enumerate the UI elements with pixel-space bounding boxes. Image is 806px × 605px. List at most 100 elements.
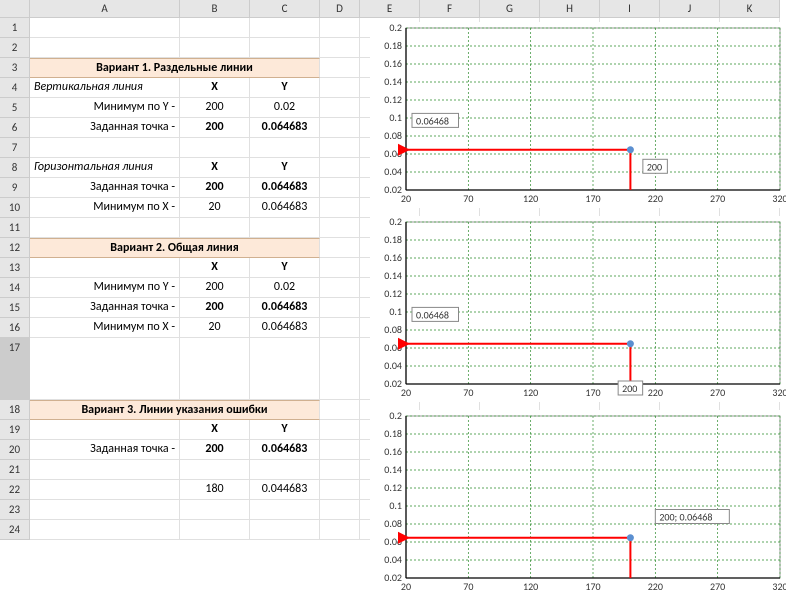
cell[interactable]: 20	[180, 318, 250, 338]
cell[interactable]: Минимум по X -	[30, 198, 180, 218]
row-header-4[interactable]: 4	[0, 78, 30, 98]
cell[interactable]	[250, 38, 320, 58]
cell[interactable]	[180, 520, 250, 540]
cell[interactable]: 20	[180, 198, 250, 218]
cell[interactable]	[30, 500, 180, 520]
cell[interactable]: Y	[250, 420, 320, 440]
row-header-9[interactable]: 9	[0, 178, 30, 198]
cell[interactable]: 0.02	[250, 278, 320, 298]
cell[interactable]	[30, 138, 180, 158]
cell[interactable]: Минимум по Y -	[30, 98, 180, 118]
chart-2[interactable]: 20701201702202703200.020.040.060.080.10.…	[370, 216, 786, 402]
cell[interactable]	[320, 98, 360, 118]
chart-3[interactable]: 20701201702202703200.020.040.060.080.10.…	[370, 410, 786, 596]
cell[interactable]: 200	[180, 298, 250, 318]
cell[interactable]	[30, 38, 180, 58]
cell[interactable]	[320, 38, 360, 58]
cell[interactable]	[30, 520, 180, 540]
row-header-2[interactable]: 2	[0, 38, 30, 58]
cell[interactable]	[180, 500, 250, 520]
corner-cell[interactable]	[0, 0, 30, 18]
cell[interactable]	[320, 238, 360, 258]
cell[interactable]	[320, 420, 360, 440]
row-header-15[interactable]: 15	[0, 298, 30, 318]
chart-1[interactable]: 20701201702202703200.020.040.060.080.10.…	[370, 22, 786, 208]
row-header-19[interactable]: 19	[0, 420, 30, 440]
cell[interactable]	[320, 218, 360, 238]
cell[interactable]	[30, 480, 180, 500]
cell[interactable]	[250, 520, 320, 540]
cell[interactable]: 0.064683	[250, 318, 320, 338]
cell[interactable]	[320, 58, 360, 78]
cell[interactable]	[30, 258, 180, 278]
cell[interactable]: Вертикальная линия	[30, 78, 180, 98]
col-header-G[interactable]: G	[480, 0, 540, 18]
cell[interactable]: 200	[180, 118, 250, 138]
row-header-8[interactable]: 8	[0, 158, 30, 178]
row-header-10[interactable]: 10	[0, 198, 30, 218]
cell[interactable]	[30, 338, 180, 400]
cell[interactable]	[320, 278, 360, 298]
row-header-20[interactable]: 20	[0, 440, 30, 460]
cell[interactable]	[250, 218, 320, 238]
cell[interactable]: 180	[180, 480, 250, 500]
cell[interactable]	[320, 78, 360, 98]
cell[interactable]: 0.064683	[250, 298, 320, 318]
col-header-D[interactable]: D	[320, 0, 360, 18]
cell[interactable]	[320, 18, 360, 38]
col-header-F[interactable]: F	[420, 0, 480, 18]
cell[interactable]	[30, 18, 180, 38]
cell[interactable]	[30, 420, 180, 440]
row-header-17[interactable]: 17	[0, 338, 30, 400]
cell[interactable]	[180, 138, 250, 158]
col-header-J[interactable]: J	[660, 0, 720, 18]
cell[interactable]: X	[180, 420, 250, 440]
cell[interactable]	[250, 18, 320, 38]
cell[interactable]	[320, 500, 360, 520]
row-header-23[interactable]: 23	[0, 500, 30, 520]
cell[interactable]: 0.064683	[250, 198, 320, 218]
cell[interactable]	[320, 440, 360, 460]
cell[interactable]: X	[180, 258, 250, 278]
cell[interactable]: Заданная точка -	[30, 298, 180, 318]
cell[interactable]	[180, 218, 250, 238]
cell[interactable]	[320, 318, 360, 338]
row-header-18[interactable]: 18	[0, 400, 30, 420]
cell[interactable]	[320, 178, 360, 198]
row-header-12[interactable]: 12	[0, 238, 30, 258]
cell[interactable]: Минимум по X -	[30, 318, 180, 338]
cell[interactable]	[320, 298, 360, 318]
cell[interactable]: 0.02	[250, 98, 320, 118]
cell[interactable]: Заданная точка -	[30, 178, 180, 198]
cell[interactable]	[320, 400, 360, 420]
col-header-A[interactable]: A	[30, 0, 180, 18]
cell[interactable]	[250, 138, 320, 158]
cell[interactable]: Вариант 2. Общая линия	[30, 238, 320, 258]
cell[interactable]: 0.064683	[250, 118, 320, 138]
cell[interactable]	[320, 158, 360, 178]
cell[interactable]: 0.044683	[250, 480, 320, 500]
cell[interactable]: 200	[180, 440, 250, 460]
cell[interactable]: Y	[250, 258, 320, 278]
cell[interactable]	[30, 218, 180, 238]
cell[interactable]	[250, 338, 320, 400]
cell[interactable]: 200	[180, 178, 250, 198]
cell[interactable]: Заданная точка -	[30, 440, 180, 460]
row-header-5[interactable]: 5	[0, 98, 30, 118]
row-header-21[interactable]: 21	[0, 460, 30, 480]
row-header-16[interactable]: 16	[0, 318, 30, 338]
cell[interactable]: Y	[250, 158, 320, 178]
row-header-1[interactable]: 1	[0, 18, 30, 38]
cell[interactable]: Минимум по Y -	[30, 278, 180, 298]
cell[interactable]	[320, 480, 360, 500]
cell[interactable]	[320, 520, 360, 540]
cell[interactable]	[250, 500, 320, 520]
row-header-11[interactable]: 11	[0, 218, 30, 238]
row-header-24[interactable]: 24	[0, 520, 30, 540]
cell[interactable]	[180, 18, 250, 38]
col-header-I[interactable]: I	[600, 0, 660, 18]
row-header-14[interactable]: 14	[0, 278, 30, 298]
cell[interactable]	[320, 118, 360, 138]
col-header-B[interactable]: B	[180, 0, 250, 18]
cell[interactable]: 200	[180, 278, 250, 298]
